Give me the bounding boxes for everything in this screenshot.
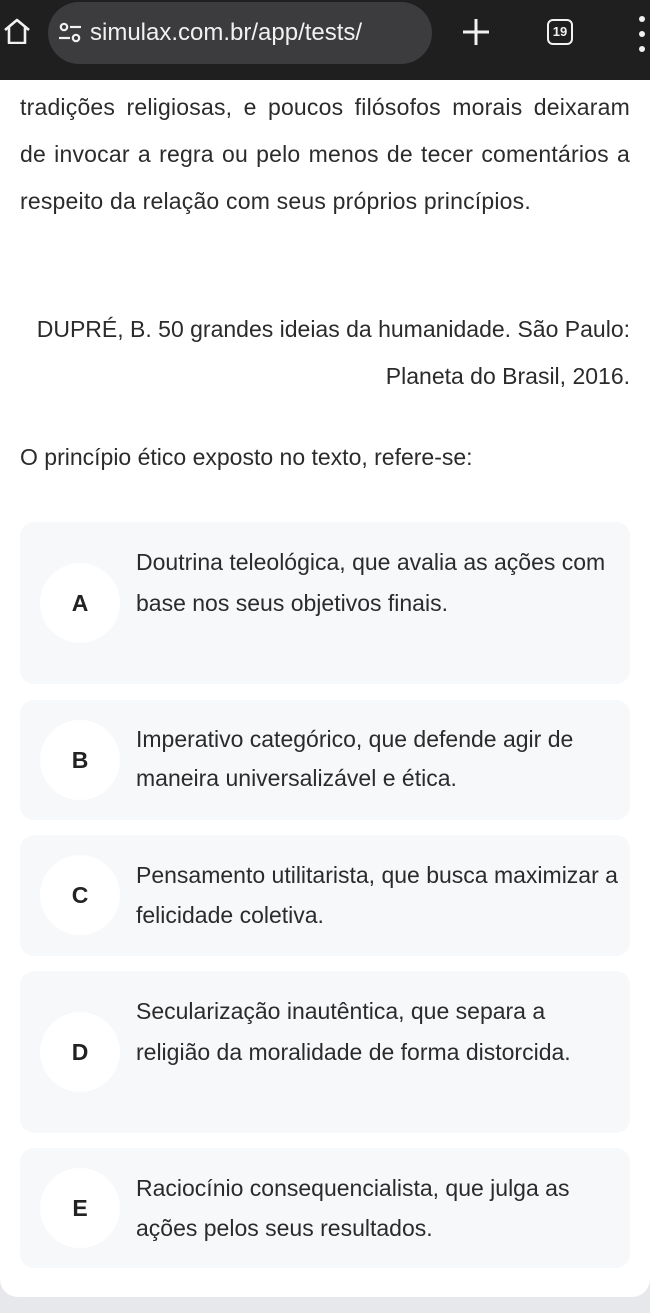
option-letter: E [40, 1168, 120, 1248]
option-letter: B [40, 720, 120, 800]
question-content: tradições religiosas, e poucos filósofos… [0, 80, 650, 1297]
screen: simulax.com.br/app/tests/ 19 tradições r… [0, 0, 650, 1313]
option-letter: D [40, 1012, 120, 1092]
browser-toolbar: simulax.com.br/app/tests/ 19 [0, 0, 650, 80]
option-text: Pensamento utilitarista, que busca maxim… [136, 862, 618, 928]
option-b[interactable]: B Imperativo categórico, que defende agi… [20, 700, 630, 820]
home-icon[interactable] [4, 18, 30, 44]
tune-icon[interactable] [58, 22, 82, 44]
url-text[interactable]: simulax.com.br/app/tests/ [90, 19, 362, 47]
citation: DUPRÉ, B. 50 grandes ideias da humanidad… [36, 316, 630, 389]
option-text: Raciocínio consequencialista, que julga … [136, 1175, 570, 1241]
passage-text: tradições religiosas, e poucos filósofos… [20, 94, 630, 214]
plus-icon[interactable] [458, 14, 494, 50]
address-bar[interactable]: simulax.com.br/app/tests/ [48, 2, 432, 64]
tab-switcher-button[interactable]: 19 [547, 19, 573, 45]
option-text: Imperativo categórico, que defende agir … [136, 726, 574, 791]
question-prompt: O princípio ético exposto no texto, refe… [20, 444, 473, 470]
option-text: Doutrina teleológica, que avalia as açõe… [136, 549, 606, 616]
option-text: Secularização inautêntica, que separa a … [136, 998, 571, 1065]
option-a[interactable]: A Doutrina teleológica, que avalia as aç… [20, 522, 630, 684]
option-letter: A [40, 563, 120, 643]
option-e[interactable]: E Raciocínio consequencialista, que julg… [20, 1148, 630, 1268]
option-c[interactable]: C Pensamento utilitarista, que busca max… [20, 835, 630, 956]
more-vertical-icon[interactable] [630, 16, 650, 52]
option-d[interactable]: D Secularização inautêntica, que separa … [20, 971, 630, 1133]
option-letter: C [40, 855, 120, 935]
